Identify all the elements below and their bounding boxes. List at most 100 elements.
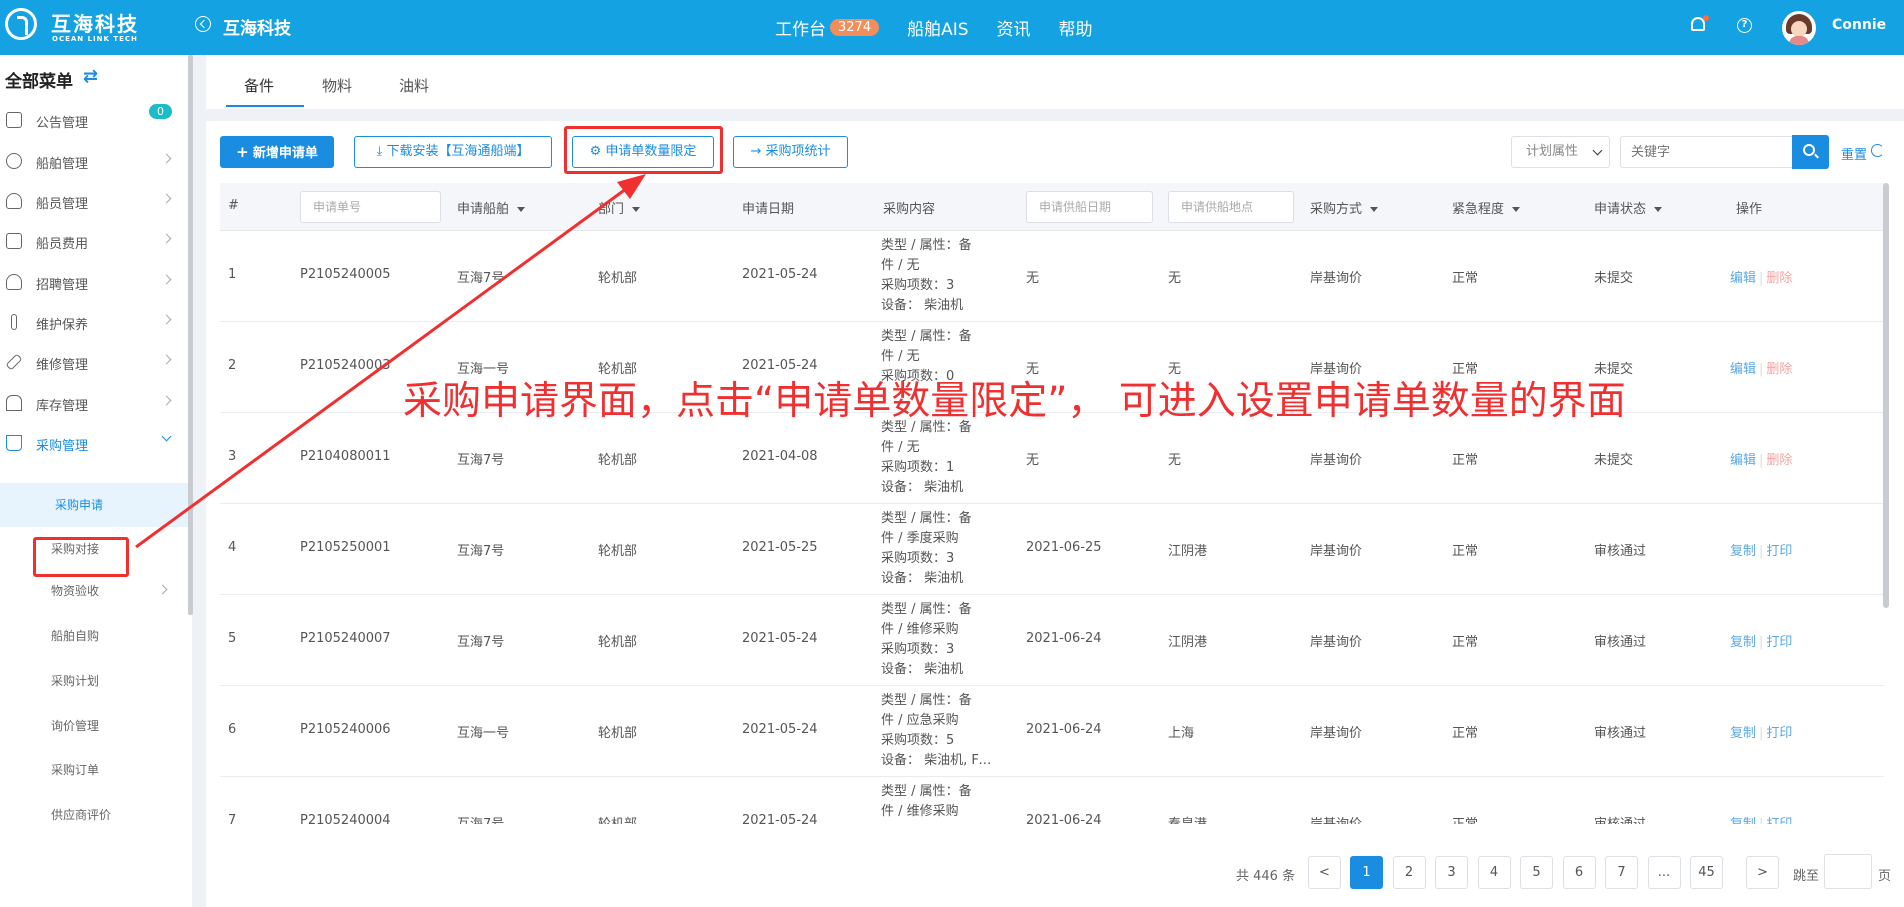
page-button[interactable]: 4 bbox=[1477, 856, 1511, 889]
cell-date: 2021-05-25 bbox=[742, 540, 818, 555]
print-link[interactable]: 打印 bbox=[1766, 817, 1792, 824]
sidebar-subitem-purchase-request[interactable]: 采购申请 bbox=[0, 483, 188, 527]
table-scrollbar[interactable] bbox=[1883, 183, 1889, 608]
page-button[interactable]: 45 bbox=[1690, 856, 1723, 889]
row-actions: 编辑 | 删除 bbox=[1730, 267, 1792, 286]
sidebar-item-recruitment[interactable]: 招聘管理 bbox=[0, 262, 188, 302]
col-urgency[interactable]: 紧急程度 bbox=[1452, 198, 1520, 217]
supply-place-filter[interactable]: 申请供船地点 bbox=[1168, 191, 1294, 223]
cell-urgency: 正常 bbox=[1452, 453, 1479, 468]
delete-link[interactable]: 删除 bbox=[1766, 362, 1792, 377]
delete-link[interactable]: 删除 bbox=[1766, 453, 1792, 468]
sidebar-subitem-supplier-rating[interactable]: 供应商评价 bbox=[0, 793, 188, 837]
reset-button[interactable]: 重置 bbox=[1841, 144, 1867, 163]
delete-link[interactable]: 删除 bbox=[1766, 271, 1792, 286]
sidebar-item-repairs[interactable]: 维修管理 bbox=[0, 342, 188, 382]
page-button[interactable]: 1 bbox=[1350, 856, 1383, 889]
cell-supply-place: 江阴港 bbox=[1168, 544, 1208, 559]
edit-link[interactable]: 编辑 bbox=[1730, 362, 1756, 377]
page-prev-button[interactable]: < bbox=[1308, 856, 1341, 889]
tool-icon bbox=[11, 314, 17, 330]
annotation-text: 采购申请界面，点击“申请单数量限定”， 可进入设置申请单数量的界面 bbox=[403, 379, 1626, 424]
sidebar-item-inventory[interactable]: 库存管理 bbox=[0, 383, 188, 423]
sidebar-item-announcements[interactable]: 公告管理 0 bbox=[0, 100, 188, 140]
cell-supply-date: 2021-06-24 bbox=[1026, 631, 1102, 646]
cell-date: 2021-05-24 bbox=[742, 722, 818, 737]
col-method[interactable]: 采购方式 bbox=[1310, 198, 1378, 217]
nav-news[interactable]: 资讯 bbox=[997, 15, 1031, 40]
col-ship[interactable]: 申请船舶 bbox=[457, 198, 525, 217]
sidebar-subitem-purchase-plan[interactable]: 采购计划 bbox=[0, 659, 188, 703]
cell-urgency: 正常 bbox=[1452, 813, 1478, 824]
cell-supply-place: 秦皇港 bbox=[1168, 813, 1207, 824]
sidebar-subitem-inquiry[interactable]: 询价管理 bbox=[0, 704, 188, 748]
sidebar-item-crew[interactable]: 船员管理 bbox=[0, 181, 188, 221]
col-status[interactable]: 申请状态 bbox=[1594, 198, 1662, 217]
page-button[interactable]: 6 bbox=[1562, 856, 1596, 889]
content-line: 类型 / 属性：备 bbox=[881, 602, 972, 617]
sidebar-item-purchasing[interactable]: 采购管理 bbox=[0, 423, 188, 463]
search-button[interactable] bbox=[1792, 135, 1829, 169]
content-line: 采购项数：3 bbox=[881, 642, 955, 657]
bell-icon[interactable] bbox=[1689, 15, 1709, 35]
copy-link[interactable]: 复制 bbox=[1730, 544, 1756, 559]
avatar[interactable] bbox=[1782, 11, 1816, 45]
tab-fuel[interactable]: 油料 bbox=[399, 75, 429, 96]
help-icon[interactable]: ? bbox=[1737, 18, 1752, 33]
page-next-button[interactable]: > bbox=[1746, 856, 1779, 889]
back-icon[interactable] bbox=[195, 16, 211, 32]
nav-ship-ais[interactable]: 船舶AIS bbox=[907, 15, 968, 40]
copy-link[interactable]: 复制 bbox=[1730, 726, 1756, 741]
table-header: # 申请单号 申请船舶 部门 申请日期 采购内容 申请供船日期 申请供船地点 采… bbox=[220, 183, 1884, 231]
print-link[interactable]: 打印 bbox=[1766, 544, 1792, 559]
page-button[interactable]: 5 bbox=[1520, 856, 1553, 889]
copy-link[interactable]: 复制 bbox=[1730, 817, 1756, 824]
menu-toggle-icon[interactable]: ⇄ bbox=[83, 66, 98, 87]
sidebar-subitem-ship-self-purchase[interactable]: 船舶自购 bbox=[0, 614, 188, 658]
cell-method: 岸基询价 bbox=[1310, 726, 1363, 741]
page-button[interactable]: 2 bbox=[1392, 856, 1426, 889]
sidebar-item-ships[interactable]: 船舶管理 bbox=[0, 141, 188, 181]
jump-unit: 页 bbox=[1878, 869, 1892, 884]
plan-attribute-select[interactable]: 计划属性 bbox=[1511, 136, 1610, 168]
page-button[interactable]: 7 bbox=[1605, 856, 1638, 889]
nav-help[interactable]: 帮助 bbox=[1059, 15, 1093, 40]
purchase-stats-button[interactable]: → 采购项统计 bbox=[733, 136, 848, 168]
sidebar: 全部菜单 ⇄ 公告管理 0 船舶管理 船员管理 船员费用 招聘管理 维护保养 维… bbox=[0, 55, 193, 907]
nav-workbench[interactable]: 工作台 bbox=[775, 15, 826, 40]
supply-date-filter[interactable]: 申请供船日期 bbox=[1026, 191, 1153, 223]
copy-link[interactable]: 复制 bbox=[1730, 635, 1756, 650]
tab-spare-parts[interactable]: 备件 bbox=[244, 75, 274, 96]
sidebar-subitem-purchase-orders[interactable]: 采购订单 bbox=[0, 748, 188, 792]
username[interactable]: Connie bbox=[1832, 17, 1886, 33]
sidebar-scrollbar[interactable] bbox=[188, 55, 193, 615]
tab-materials[interactable]: 物料 bbox=[322, 75, 352, 96]
col-department[interactable]: 部门 bbox=[598, 198, 640, 217]
print-link[interactable]: 打印 bbox=[1766, 726, 1792, 741]
col-date: 申请日期 bbox=[742, 202, 795, 217]
page-button[interactable]: 3 bbox=[1435, 856, 1468, 889]
cell-ship: 互海7号 bbox=[457, 813, 504, 824]
keyword-input[interactable] bbox=[1620, 136, 1793, 168]
sidebar-item-label: 维修管理 bbox=[36, 358, 89, 373]
table-row: 5 P2105240007 互海7号 轮机部 2021-05-24 2021-06-24 江… bbox=[220, 595, 1884, 686]
book-icon bbox=[6, 112, 22, 128]
download-app-button[interactable]: ⤓ 下载安装【互海通船端】 bbox=[354, 136, 552, 168]
page-ellipsis[interactable]: ... bbox=[1647, 856, 1681, 889]
logo[interactable]: 互海科技 OCEAN LINK TECH bbox=[5, 8, 145, 48]
col-content: 采购内容 bbox=[883, 202, 936, 217]
print-link[interactable]: 打印 bbox=[1766, 635, 1792, 650]
jump-page-input[interactable] bbox=[1824, 854, 1872, 889]
request-no-filter[interactable]: 申请单号 bbox=[300, 191, 441, 223]
refresh-icon[interactable] bbox=[1871, 144, 1884, 157]
edit-link[interactable]: 编辑 bbox=[1730, 453, 1756, 468]
chevron-down-icon bbox=[1592, 145, 1603, 156]
sidebar-item-maintenance[interactable]: 维护保养 bbox=[0, 302, 188, 342]
edit-link[interactable]: 编辑 bbox=[1730, 271, 1756, 286]
content-line: 件 / 无 bbox=[881, 349, 920, 364]
sidebar-item-crew-costs[interactable]: 船员费用 bbox=[0, 221, 188, 261]
cell-no: P2105240003 bbox=[300, 358, 391, 373]
cell-no: P2105240005 bbox=[300, 267, 391, 282]
add-request-button[interactable]: + 新增申请单 bbox=[220, 136, 334, 168]
cell-idx: 6 bbox=[228, 722, 237, 737]
